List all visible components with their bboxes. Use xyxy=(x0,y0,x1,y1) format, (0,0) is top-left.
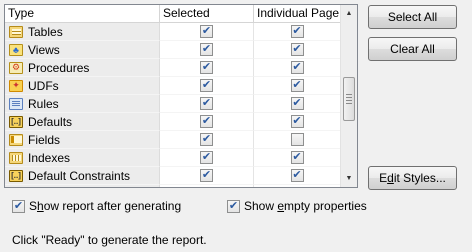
grid-rows: Tables ♣ Views ⚙ Procedures ✦ UDFs Rules [..] Def… xyxy=(5,23,341,185)
selected-cell xyxy=(160,23,254,41)
individual-page-cell xyxy=(254,77,341,95)
table-row[interactable]: [..] Default Constraints xyxy=(5,167,341,185)
type-label: Default Constraints xyxy=(28,168,131,183)
selected-cell xyxy=(160,77,254,95)
clear-all-button[interactable]: Clear All xyxy=(368,37,457,61)
type-label: UDFs xyxy=(28,78,59,93)
type-cell: [..] Defaults xyxy=(5,113,160,131)
selected-checkbox[interactable] xyxy=(200,61,213,74)
type-label: Tables xyxy=(28,24,63,39)
rule-icon xyxy=(9,97,23,110)
individual-page-checkbox[interactable] xyxy=(290,97,304,110)
show-empty-properties-label: Show empty properties xyxy=(244,199,367,213)
edit-styles-accelerator: d xyxy=(387,171,394,185)
table-row-partial xyxy=(5,185,341,187)
edit-styles-label-suffix: it Styles... xyxy=(393,171,446,185)
individual-page-cell xyxy=(254,41,341,59)
individual-page-cell xyxy=(254,113,341,131)
select-all-button[interactable]: Select All xyxy=(368,5,457,29)
column-header-selected[interactable]: Selected xyxy=(160,5,254,22)
selected-cell xyxy=(160,167,254,185)
type-cell: ♣ Views xyxy=(5,41,160,59)
selected-checkbox[interactable] xyxy=(200,79,213,92)
type-cell: Indexes xyxy=(5,149,160,167)
selected-checkbox[interactable] xyxy=(200,133,213,146)
selected-cell xyxy=(160,59,254,77)
selected-checkbox[interactable] xyxy=(200,115,213,128)
column-header-individual-page[interactable]: Individual Page xyxy=(254,5,341,22)
type-cell: ⚙ Procedures xyxy=(5,59,160,77)
selected-cell xyxy=(160,41,254,59)
show-report-label: Show report after generating xyxy=(29,199,182,213)
table-row[interactable]: Rules xyxy=(5,95,341,113)
type-label: Indexes xyxy=(28,150,71,165)
default-icon: [..] xyxy=(9,115,23,128)
individual-page-checkbox[interactable] xyxy=(290,43,304,56)
udf-icon: ✦ xyxy=(9,79,23,92)
edit-styles-label-prefix: E xyxy=(379,171,388,185)
individual-page-checkbox[interactable] xyxy=(290,115,304,128)
scrollbar-thumb[interactable] xyxy=(343,77,355,121)
selected-cell xyxy=(160,113,254,131)
individual-page-checkbox[interactable] xyxy=(290,61,304,74)
show-empty-properties-option[interactable]: Show empty properties xyxy=(227,199,367,213)
table-row[interactable]: ♣ Views xyxy=(5,41,341,59)
type-cell: Fields xyxy=(5,131,160,149)
scroll-down-arrow-icon[interactable]: ▼ xyxy=(341,170,357,187)
show-report-option[interactable]: Show report after generating xyxy=(12,199,181,213)
selected-cell xyxy=(160,149,254,167)
status-hint: Click "Ready" to generate the report. xyxy=(12,233,207,247)
edit-styles-button[interactable]: Ed it Styles... xyxy=(368,166,457,190)
show-empty-properties-checkbox[interactable] xyxy=(227,199,240,213)
index-icon xyxy=(9,151,23,164)
table-row[interactable]: ✦ UDFs xyxy=(5,77,341,95)
type-label: Defaults xyxy=(28,114,73,129)
selected-checkbox[interactable] xyxy=(200,169,213,182)
default-constraint-icon: [..] xyxy=(9,169,23,182)
procedure-icon: ⚙ xyxy=(9,61,23,74)
type-cell: Tables xyxy=(5,23,160,41)
type-label: Rules xyxy=(28,96,59,111)
column-header-type[interactable]: Type xyxy=(5,5,160,22)
report-object-list[interactable]: Type Selected Individual Page Tables ♣ Vie… xyxy=(4,4,358,188)
individual-page-cell xyxy=(254,59,341,77)
table-row[interactable]: Fields xyxy=(5,131,341,149)
selected-checkbox[interactable] xyxy=(200,25,213,38)
individual-page-checkbox[interactable] xyxy=(290,25,304,38)
type-cell: ✦ UDFs xyxy=(5,77,160,95)
selected-cell xyxy=(160,131,254,149)
selected-cell xyxy=(160,95,254,113)
individual-page-cell xyxy=(254,131,341,149)
table-row[interactable]: [..] Defaults xyxy=(5,113,341,131)
grid-header: Type Selected Individual Page xyxy=(5,5,341,23)
table-icon xyxy=(9,25,23,38)
type-label: Fields xyxy=(28,132,61,147)
table-row[interactable]: ⚙ Procedures xyxy=(5,59,341,77)
vertical-scrollbar[interactable]: ▲ ▼ xyxy=(340,5,357,187)
selected-checkbox[interactable] xyxy=(200,43,213,56)
view-icon: ♣ xyxy=(9,43,23,56)
type-label: Procedures xyxy=(28,60,90,75)
table-row[interactable]: Tables xyxy=(5,23,341,41)
type-cell: Rules xyxy=(5,95,160,113)
individual-page-checkbox[interactable] xyxy=(290,79,304,92)
selected-checkbox[interactable] xyxy=(200,151,213,164)
individual-page-checkbox[interactable] xyxy=(290,151,304,164)
individual-page-cell xyxy=(254,95,341,113)
table-row[interactable]: Indexes xyxy=(5,149,341,167)
scroll-up-arrow-icon[interactable]: ▲ xyxy=(341,5,357,22)
selected-checkbox[interactable] xyxy=(200,97,213,110)
field-icon xyxy=(9,133,23,146)
individual-page-cell xyxy=(254,149,341,167)
individual-page-checkbox[interactable] xyxy=(290,169,304,182)
object-grid: Type Selected Individual Page Tables ♣ Vie… xyxy=(5,5,341,187)
type-cell: [..] Default Constraints xyxy=(5,167,160,185)
show-report-checkbox[interactable] xyxy=(12,199,25,213)
individual-page-cell xyxy=(254,23,341,41)
individual-page-cell xyxy=(254,167,341,185)
type-label: Views xyxy=(28,42,60,57)
individual-page-checkbox[interactable] xyxy=(290,133,304,146)
